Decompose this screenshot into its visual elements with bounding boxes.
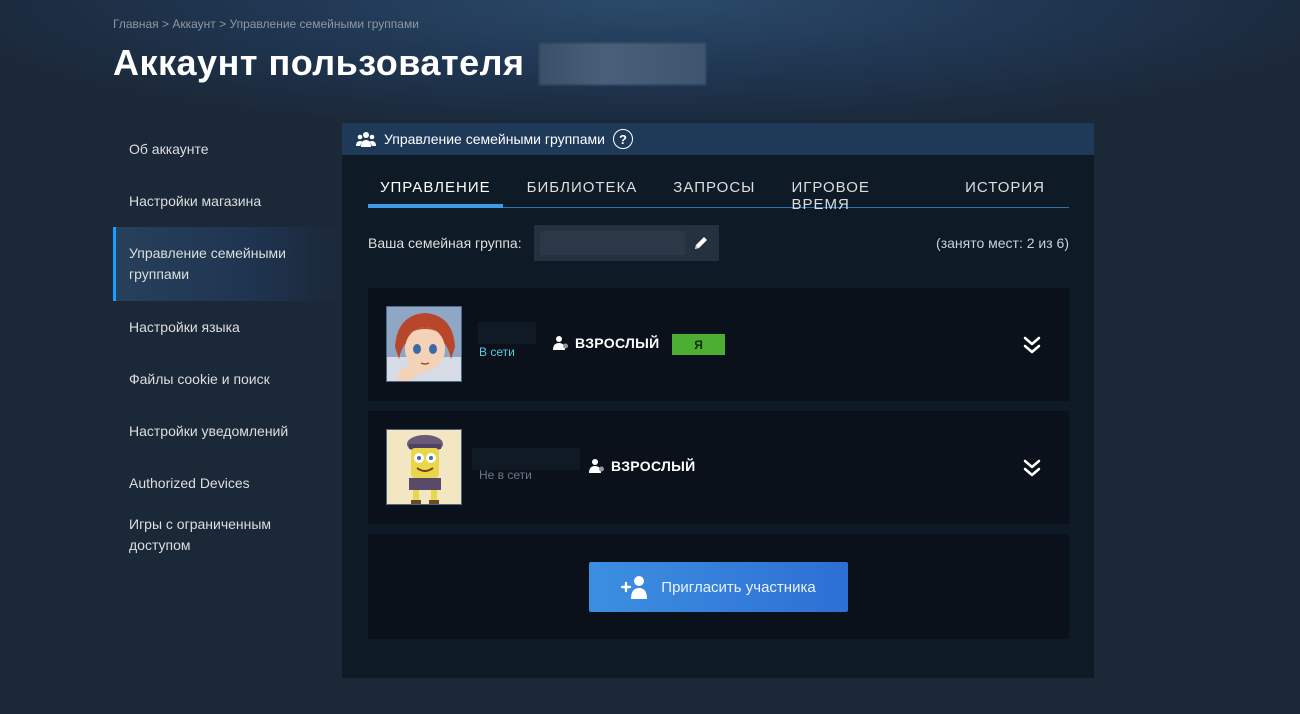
sidebar-item-label: Настройки уведомлений (129, 422, 289, 439)
member-role: ВЗРОСЛЫЙ (589, 458, 696, 474)
sidebar-item-store-settings[interactable]: Настройки магазина (113, 175, 341, 227)
chevron-double-down-icon[interactable] (1022, 334, 1042, 356)
breadcrumb-account[interactable]: Аккаунт (172, 17, 215, 31)
family-panel: Управление семейными группами ? УПРАВЛЕН… (342, 123, 1094, 678)
sidebar-item-cookies[interactable]: Файлы cookie и поиск (113, 353, 341, 405)
person-icon (589, 459, 604, 473)
sidebar-item-family-management[interactable]: Управление семейными группами (113, 227, 341, 301)
tab-management[interactable]: УПРАВЛЕНИЕ (368, 175, 503, 208)
breadcrumb-separator: > (158, 17, 173, 31)
chevron-double-down-icon[interactable] (1022, 457, 1042, 479)
seats-counter: (занято мест: 2 из 6) (936, 235, 1069, 251)
tab-history[interactable]: ИСТОРИЯ (953, 175, 1057, 208)
sidebar-item-language[interactable]: Настройки языка (113, 301, 341, 353)
sidebar-item-label: Настройки магазина (129, 192, 262, 209)
member-name-redacted (472, 448, 580, 470)
breadcrumb: Главная > Аккаунт > Управление семейными… (113, 17, 419, 31)
avatar[interactable] (386, 429, 462, 505)
sidebar: Об аккаунте Настройки магазина Управлени… (113, 123, 341, 561)
member-status: В сети (479, 345, 515, 359)
member-role: ВЗРОСЛЫЙ (553, 335, 660, 351)
page-title: Аккаунт пользователя (113, 42, 525, 83)
person-icon (553, 336, 568, 350)
member-role-label: ВЗРОСЛЫЙ (575, 335, 660, 351)
breadcrumb-separator: > (215, 17, 230, 31)
family-icon (356, 132, 376, 147)
family-group-label: Ваша семейная группа: (368, 235, 522, 251)
breadcrumb-current[interactable]: Управление семейными группами (230, 17, 419, 31)
tab-playtime[interactable]: ИГРОВОЕ ВРЕМЯ (779, 175, 941, 213)
panel-header: Управление семейными группами ? (342, 123, 1094, 155)
sidebar-item-label: Файлы cookie и поиск (129, 370, 270, 387)
sidebar-item-label: Authorized Devices (129, 474, 250, 491)
help-icon[interactable]: ? (613, 129, 633, 149)
sidebar-item-label: Настройки языка (129, 318, 240, 335)
tab-bar: УПРАВЛЕНИЕ БИБЛИОТЕКА ЗАПРОСЫ ИГРОВОЕ ВР… (368, 175, 1069, 213)
breadcrumb-home[interactable]: Главная (113, 17, 159, 31)
family-group-row: Ваша семейная группа: (занято мест: 2 из… (368, 225, 1069, 261)
member-status: Не в сети (479, 468, 532, 482)
sidebar-item-notifications[interactable]: Настройки уведомлений (113, 405, 341, 457)
me-badge: Я (672, 334, 725, 355)
invite-member-button[interactable]: Пригласить участника (589, 562, 848, 612)
member-role-label: ВЗРОСЛЫЙ (611, 458, 696, 474)
invite-member-label: Пригласить участника (661, 578, 816, 596)
pencil-icon[interactable] (693, 235, 709, 251)
tab-library[interactable]: БИБЛИОТЕКА (515, 175, 650, 208)
sidebar-item-label: Игры с ограниченным доступом (129, 516, 272, 553)
panel-title: Управление семейными группами (384, 131, 605, 147)
family-group-name-redacted (539, 231, 685, 255)
avatar[interactable] (386, 306, 462, 382)
member-row: В сети ВЗРОСЛЫЙ Я (368, 288, 1069, 401)
sidebar-item-restricted-games[interactable]: Игры с ограниченным доступом (113, 509, 341, 561)
sidebar-item-label: Об аккаунте (129, 140, 209, 157)
member-row: Не в сети ВЗРОСЛЫЙ (368, 411, 1069, 524)
member-name-redacted (478, 322, 536, 344)
family-group-name-field[interactable] (533, 225, 719, 261)
sidebar-item-account[interactable]: Об аккаунте (113, 123, 341, 175)
add-person-icon (621, 576, 648, 599)
username-redacted (539, 43, 706, 85)
sidebar-item-label: Управление семейными группами (129, 245, 286, 282)
invite-section: Пригласить участника (368, 534, 1069, 639)
tab-requests[interactable]: ЗАПРОСЫ (661, 175, 767, 208)
sidebar-item-authorized-devices[interactable]: Authorized Devices (113, 457, 341, 509)
